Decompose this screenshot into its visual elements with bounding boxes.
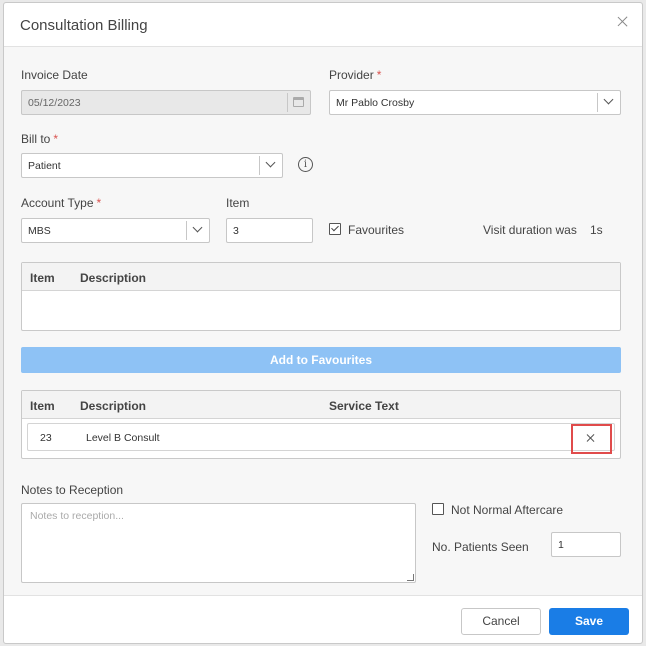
bill-to-select[interactable]: Patient — [21, 153, 283, 178]
account-type-value: MBS — [28, 225, 51, 237]
table-header: Item Description Service Text — [22, 391, 620, 419]
add-to-favourites-button[interactable]: Add to Favourites — [21, 347, 621, 373]
patients-seen-label: No. Patients Seen — [432, 540, 529, 554]
provider-value: Mr Pablo Crosby — [336, 97, 415, 109]
column-header-description: Description — [80, 399, 147, 413]
not-normal-aftercare-label: Not Normal Aftercare — [451, 503, 564, 517]
check-icon — [331, 223, 339, 232]
table-row[interactable]: 23 Level B Consult — [27, 423, 615, 454]
calendar-icon — [293, 97, 304, 107]
dialog-header: Consultation Billing — [4, 3, 642, 47]
dialog-title: Consultation Billing — [20, 17, 148, 34]
chevron-down-icon — [192, 222, 203, 233]
chevron-down-icon — [265, 157, 276, 168]
cancel-button[interactable]: Cancel — [461, 608, 541, 635]
visit-duration-value: 1s — [590, 223, 603, 237]
info-icon[interactable]: i — [298, 157, 313, 172]
visit-duration-label: Visit duration was — [483, 223, 577, 237]
favourites-checkbox[interactable] — [329, 223, 341, 235]
close-icon[interactable] — [616, 15, 630, 29]
notes-label: Notes to Reception — [21, 483, 124, 497]
provider-select[interactable]: Mr Pablo Crosby — [329, 90, 621, 115]
account-type-select[interactable]: MBS — [21, 218, 210, 243]
resize-grip-icon[interactable] — [407, 574, 414, 581]
provider-label: Provider * — [329, 68, 382, 82]
row-description: Level B Consult — [86, 432, 160, 444]
item-label: Item — [226, 196, 250, 210]
item-input[interactable]: 3 — [226, 218, 313, 243]
account-type-label: Account Type * — [21, 196, 102, 210]
invoice-date-field: 05/12/2023 — [21, 90, 311, 115]
column-header-item: Item — [30, 271, 55, 285]
bill-to-value: Patient — [28, 160, 61, 172]
column-header-item: Item — [30, 399, 55, 413]
billing-items-table: Item Description Service Text 23 Level B… — [21, 390, 621, 459]
not-normal-aftercare-checkbox[interactable] — [432, 503, 444, 515]
chevron-down-icon — [603, 94, 614, 105]
item-value: 3 — [233, 225, 239, 237]
invoice-date-value: 05/12/2023 — [28, 97, 81, 109]
table-header: Item Description — [22, 263, 620, 291]
column-header-description: Description — [80, 271, 147, 285]
dialog-footer: Cancel Save — [4, 595, 642, 643]
remove-highlight — [571, 424, 612, 454]
column-header-service-text: Service Text — [329, 399, 399, 413]
save-button[interactable]: Save — [549, 608, 629, 635]
consultation-billing-dialog: Consultation Billing Invoice Date 05/12/… — [3, 2, 643, 644]
favourites-label: Favourites — [348, 223, 405, 237]
notes-textarea[interactable] — [21, 503, 416, 583]
bill-to-label: Bill to * — [21, 132, 59, 146]
patients-seen-value: 1 — [558, 539, 564, 551]
remove-row-icon[interactable] — [586, 433, 596, 443]
item-search-table: Item Description — [21, 262, 621, 331]
patients-seen-input[interactable]: 1 — [551, 532, 621, 557]
row-item-code: 23 — [40, 432, 52, 444]
invoice-date-label: Invoice Date — [21, 68, 88, 82]
